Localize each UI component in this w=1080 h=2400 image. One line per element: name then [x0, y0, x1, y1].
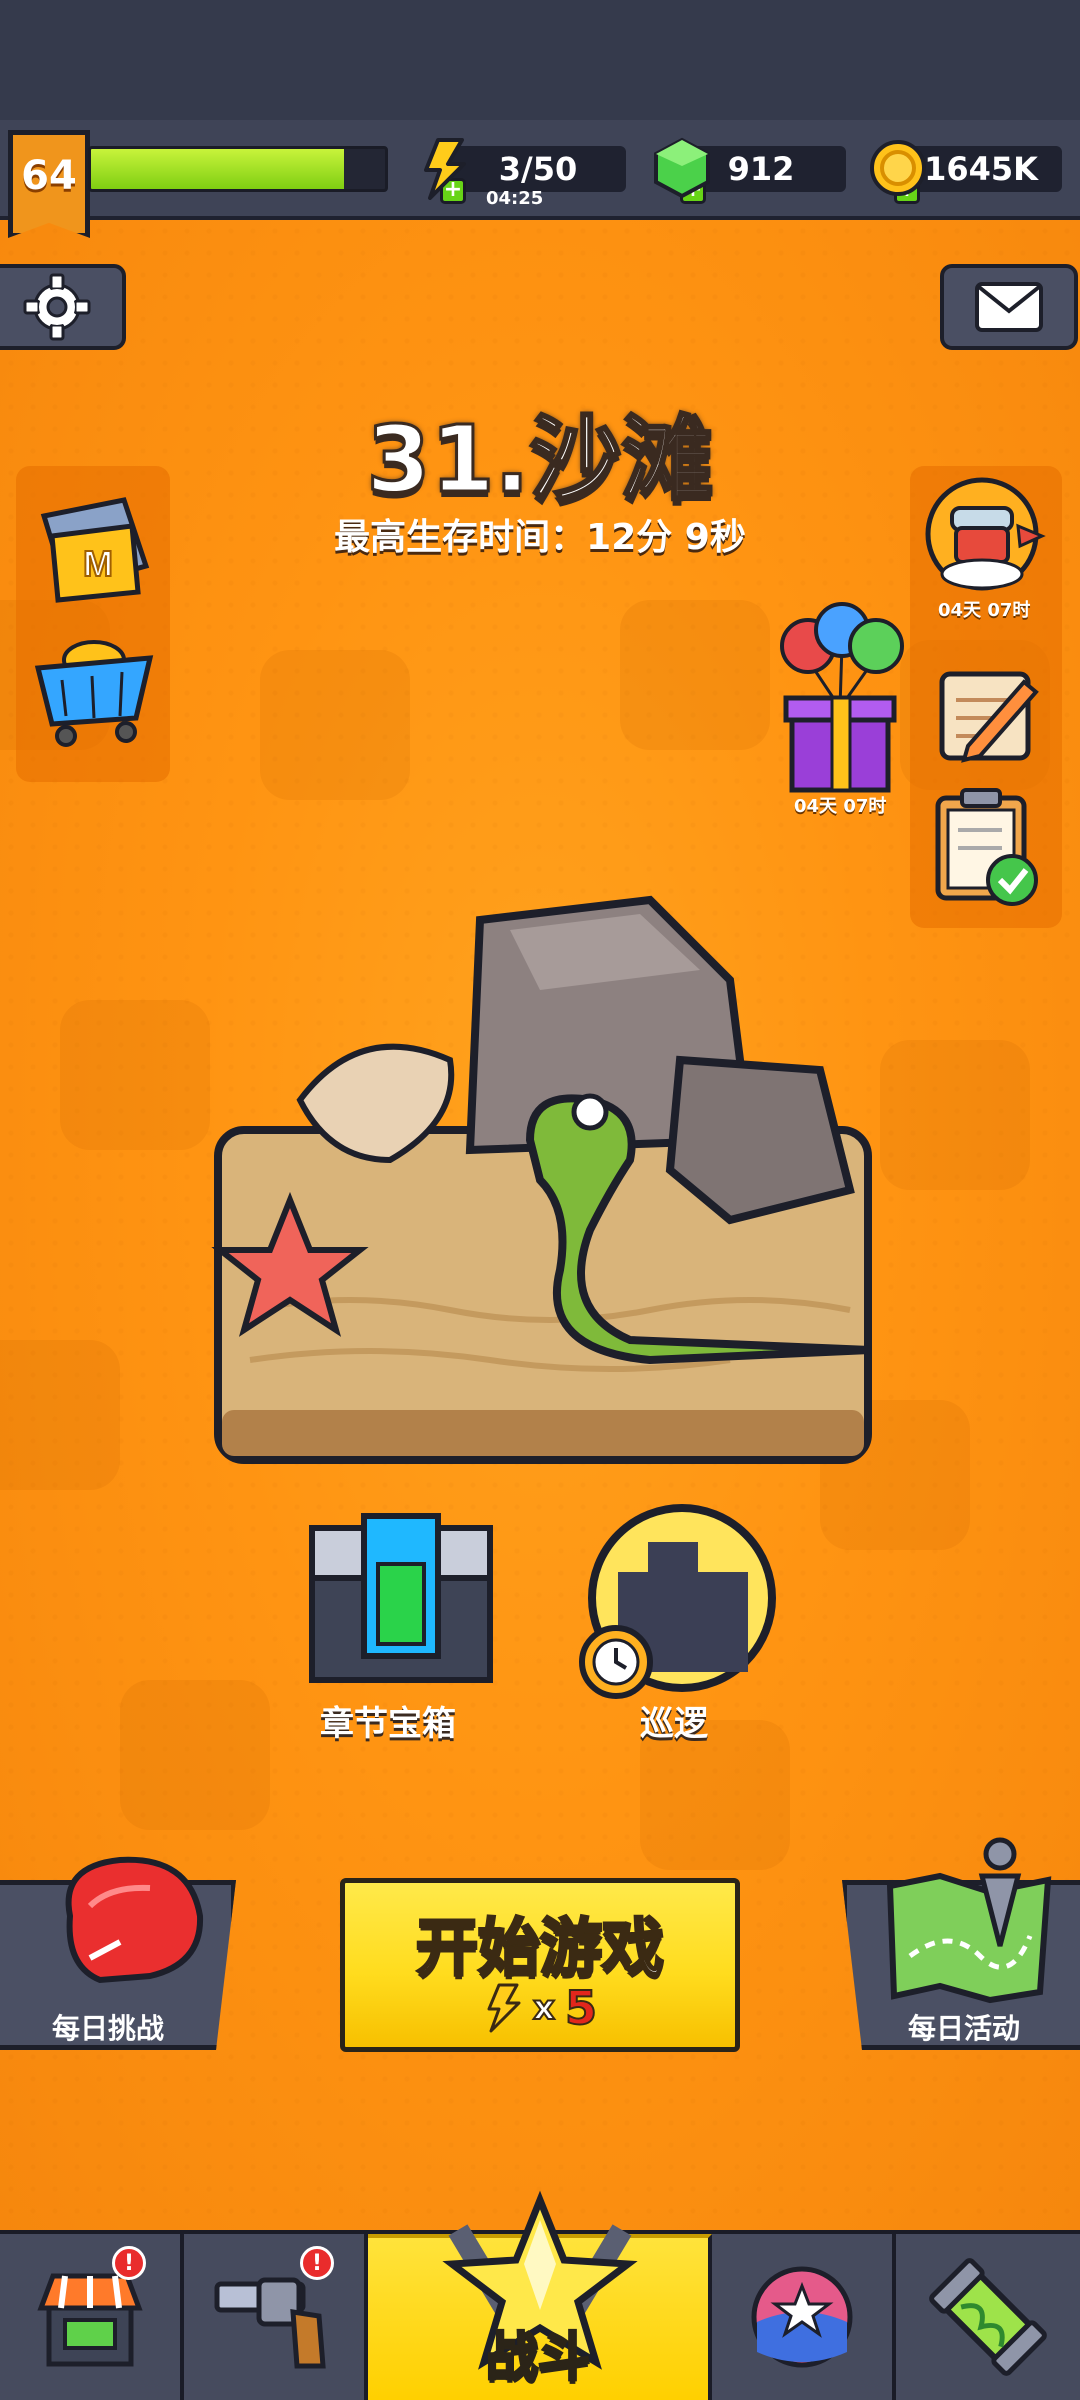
dna-capsule-icon: [929, 2258, 1047, 2376]
energy-cost-amount: 5: [564, 1980, 598, 2036]
bg-shape: [120, 1680, 270, 1830]
status-strip: [0, 0, 1080, 120]
gem-value: 912: [727, 150, 795, 188]
mail-button[interactable]: [940, 264, 1078, 350]
patrol-icon[interactable]: [578, 1502, 782, 1702]
energy-timer: 04:25: [486, 188, 544, 209]
gift-balloons-icon[interactable]: [774, 600, 908, 796]
gear-icon: [23, 273, 91, 341]
star-orb-icon: [751, 2266, 853, 2368]
lightning-icon: [424, 138, 466, 200]
boxing-glove-icon: [65, 1856, 204, 1984]
green-gem-icon: [654, 137, 710, 199]
nav-tab-battle[interactable]: 战斗: [368, 2190, 712, 2400]
shop-cart-icon[interactable]: [32, 620, 156, 750]
task-clipboard-icon[interactable]: [930, 786, 1046, 912]
bottom-nav: ! ! 战斗: [0, 2190, 1080, 2400]
hero-avatar-icon[interactable]: [922, 474, 1048, 594]
gold-coin-icon: [870, 140, 926, 196]
battle-tab-label: 战斗: [484, 2327, 591, 2390]
nav-tab-shop[interactable]: !: [0, 2234, 184, 2400]
coin-value: 1645K: [924, 150, 1038, 188]
bg-shape: [620, 600, 770, 750]
bg-shape: [260, 650, 410, 800]
xp-progress-bar: [88, 146, 388, 192]
energy-counter[interactable]: 3/50: [450, 146, 626, 192]
energy-cost-x: x: [532, 1987, 556, 2029]
nav-tab-equipment[interactable]: !: [184, 2234, 368, 2400]
start-game-label: 开始游戏: [414, 1910, 665, 1986]
lightning-icon: [487, 1983, 521, 2033]
start-game-button[interactable]: 开始游戏 x 5: [340, 1878, 740, 2052]
chapter-chest-label: 章节宝箱: [320, 1704, 456, 1744]
nav-tab-evolution[interactable]: [896, 2234, 1080, 2400]
map-pin-icon: [886, 1837, 1052, 2004]
energy-value: 3/50: [498, 150, 578, 188]
bg-shape: [60, 1000, 210, 1150]
player-level: 64: [21, 153, 77, 199]
settings-button[interactable]: [0, 264, 126, 350]
bg-shape: [880, 1040, 1030, 1190]
mail-icon: [975, 282, 1043, 332]
svg-text:M: M: [83, 543, 113, 584]
beach-stage-island[interactable]: [210, 890, 890, 1470]
shop-alert-badge: !: [112, 2246, 146, 2280]
patrol-label: 巡逻: [640, 1704, 708, 1744]
chapter-chest-icon[interactable]: [306, 1508, 496, 1686]
nav-tab-talents[interactable]: [712, 2234, 896, 2400]
xp-progress-fill: [91, 149, 344, 189]
membership-card-icon[interactable]: M: [34, 496, 156, 606]
hero-event-timer: 04天 07时: [938, 600, 1031, 621]
energy-cost: x 5: [345, 1980, 735, 2036]
equipment-alert-badge: !: [300, 2246, 334, 2280]
gift-event-timer: 04天 07时: [794, 796, 887, 817]
quest-scroll-icon[interactable]: [928, 660, 1046, 770]
player-level-badge[interactable]: 64: [8, 130, 90, 238]
bg-shape: [0, 1340, 120, 1490]
daily-challenge-label: 每日挑战: [52, 2012, 165, 2045]
daily-event-label: 每日活动: [908, 2012, 1021, 2045]
